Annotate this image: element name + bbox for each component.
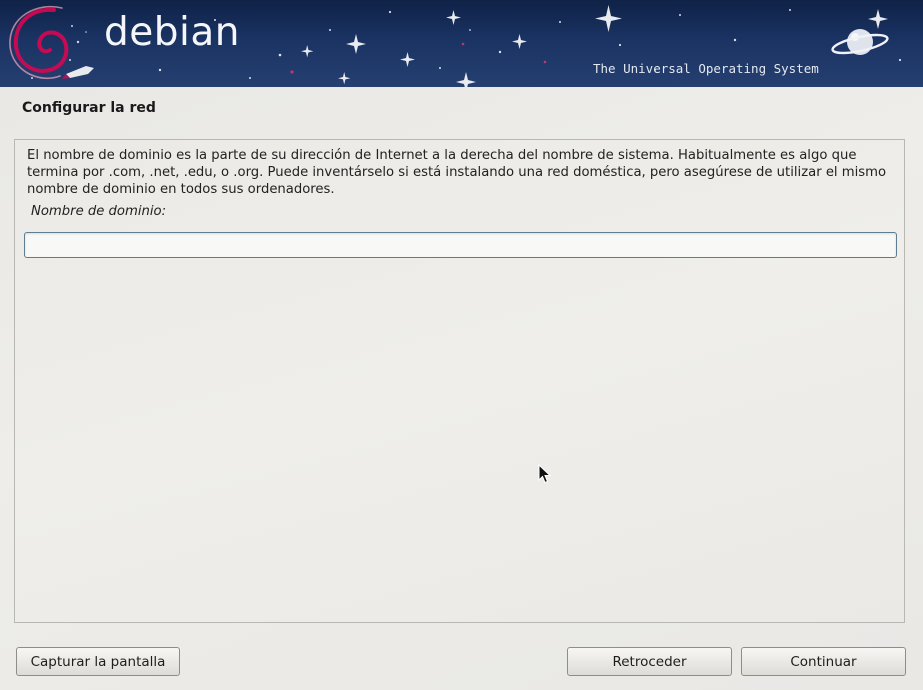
banner-tagline: The Universal Operating System	[593, 61, 819, 76]
debian-logo-text: debian	[104, 10, 240, 55]
installer-window: debian The Universal Operating System Co…	[0, 0, 923, 690]
rocket-icon	[62, 66, 94, 79]
domain-name-input[interactable]	[24, 232, 897, 258]
back-button[interactable]: Retroceder	[567, 647, 732, 676]
page-title: Configurar la red	[22, 100, 156, 116]
mouse-cursor-icon	[538, 464, 552, 484]
domain-description-text: El nombre de dominio es la parte de su d…	[27, 148, 887, 197]
continue-button[interactable]: Continuar	[741, 647, 906, 676]
domain-name-label: Nombre de dominio:	[31, 204, 167, 219]
debian-banner: debian The Universal Operating System	[0, 0, 923, 87]
planet-icon	[831, 29, 889, 55]
screenshot-button[interactable]: Capturar la pantalla	[16, 647, 180, 676]
content-frame: El nombre de dominio es la parte de su d…	[14, 139, 905, 623]
